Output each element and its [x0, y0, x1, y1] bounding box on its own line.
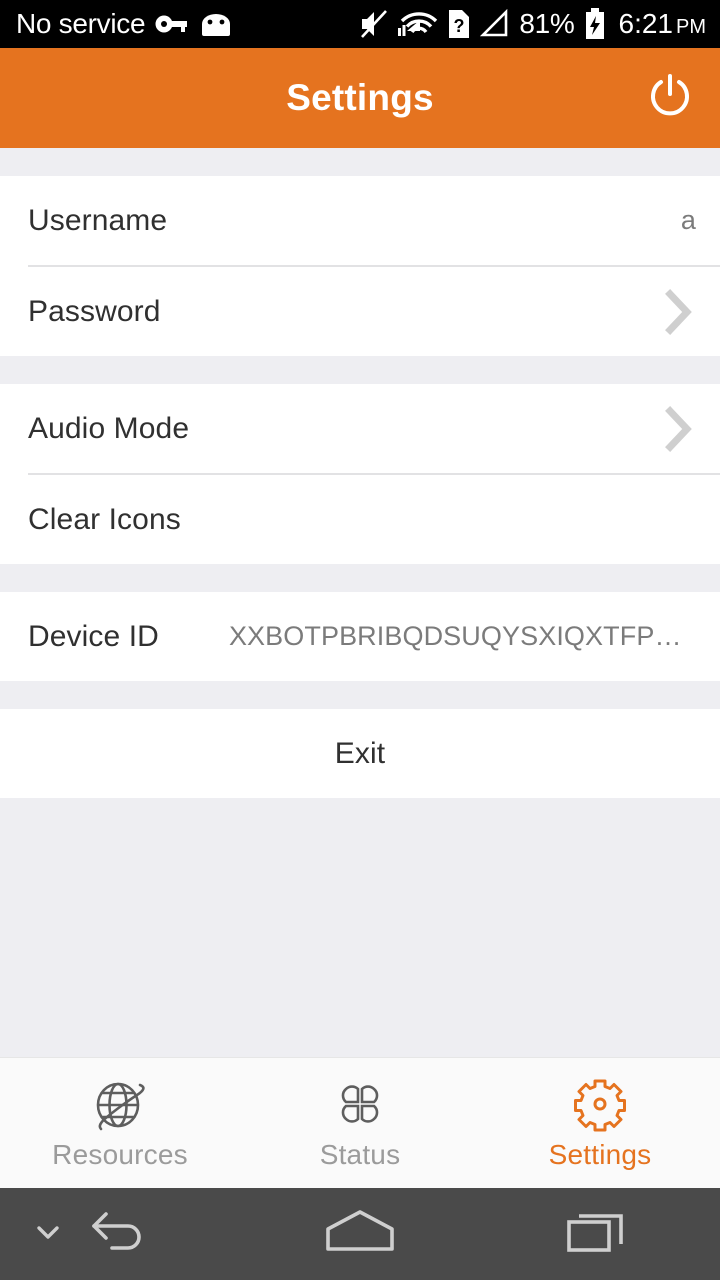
home-icon [322, 1207, 398, 1262]
signal-icon [480, 9, 510, 39]
settings-list: Username a Password Audio Mode Clear Ico… [0, 148, 720, 1057]
carrier-label: No service [16, 8, 146, 39]
key-icon [155, 11, 189, 37]
section-gap [0, 681, 720, 709]
empty-space [0, 798, 720, 1057]
mute-icon [359, 8, 389, 40]
clock-time: 6:21 [618, 8, 674, 39]
row-clear-icons[interactable]: Clear Icons [0, 475, 720, 564]
status-bar: No service ? 81% 6:21 PM [0, 0, 720, 48]
section-device: Device ID XXBOTPBRIBQDSUQYSXIQXTFPR… [0, 592, 720, 681]
row-exit[interactable]: Exit [0, 709, 720, 798]
battery-percent-label: 81% [519, 8, 575, 39]
tab-resources[interactable]: Resources [0, 1058, 240, 1188]
tab-label: Status [319, 1139, 401, 1170]
row-label: Audio Mode [28, 411, 190, 445]
gear-icon [572, 1075, 628, 1133]
section-exit: Exit [0, 709, 720, 798]
section-gap [0, 564, 720, 592]
recents-button[interactable] [480, 1206, 720, 1263]
power-button[interactable] [638, 66, 702, 130]
status-bar-left: No service [16, 8, 359, 40]
tab-status[interactable]: Status [240, 1058, 480, 1188]
nav-buttons [0, 1204, 720, 1265]
hide-keyboard-icon [31, 1215, 65, 1254]
bottom-tab-bar: Resources Status Settings [0, 1057, 720, 1188]
row-device-id[interactable]: Device ID XXBOTPBRIBQDSUQYSXIQXTFPR… [0, 592, 720, 681]
page-title: Settings [286, 77, 434, 118]
globe-icon [90, 1075, 150, 1133]
row-label: Device ID [28, 619, 159, 653]
status-bar-right: ? 81% 6:21 PM [359, 8, 706, 40]
row-label: Clear Icons [28, 502, 181, 536]
tab-settings[interactable]: Settings [480, 1058, 720, 1188]
row-password[interactable]: Password [0, 267, 720, 356]
row-username[interactable]: Username a [0, 176, 720, 265]
wifi-icon [398, 8, 438, 40]
tab-label: Resources [52, 1139, 188, 1170]
hide-keyboard-button[interactable] [22, 1208, 74, 1260]
sim-missing-icon: ? [447, 8, 471, 40]
section-account: Username a Password [0, 176, 720, 356]
row-label: Username [28, 203, 168, 237]
chevron-right-icon [662, 402, 696, 456]
tab-label: Settings [548, 1139, 652, 1170]
android-nav-bar [0, 1188, 720, 1280]
app-bar: Settings [0, 48, 720, 148]
section-gap [0, 356, 720, 384]
section-gap [0, 148, 720, 176]
device-id-value: XXBOTPBRIBQDSUQYSXIQXTFPR… [228, 621, 696, 651]
clover-icon [333, 1075, 387, 1133]
android-robot-icon [199, 12, 233, 36]
clock: 6:21 PM [619, 8, 707, 40]
power-icon [645, 71, 695, 126]
battery-charging-icon [584, 8, 606, 40]
username-value: a [680, 205, 696, 235]
row-label: Password [28, 294, 161, 328]
svg-text:?: ? [454, 16, 465, 36]
exit-label: Exit [334, 736, 386, 770]
phone-screen: No service ? 81% 6:21 PM Settings Userna… [0, 0, 720, 1280]
row-audio-mode[interactable]: Audio Mode [0, 384, 720, 473]
home-button[interactable] [240, 1207, 480, 1262]
recents-icon [565, 1206, 635, 1263]
chevron-right-icon [662, 285, 696, 339]
clock-ampm: PM [676, 16, 706, 38]
section-audio: Audio Mode Clear Icons [0, 384, 720, 564]
back-icon [88, 1204, 152, 1265]
